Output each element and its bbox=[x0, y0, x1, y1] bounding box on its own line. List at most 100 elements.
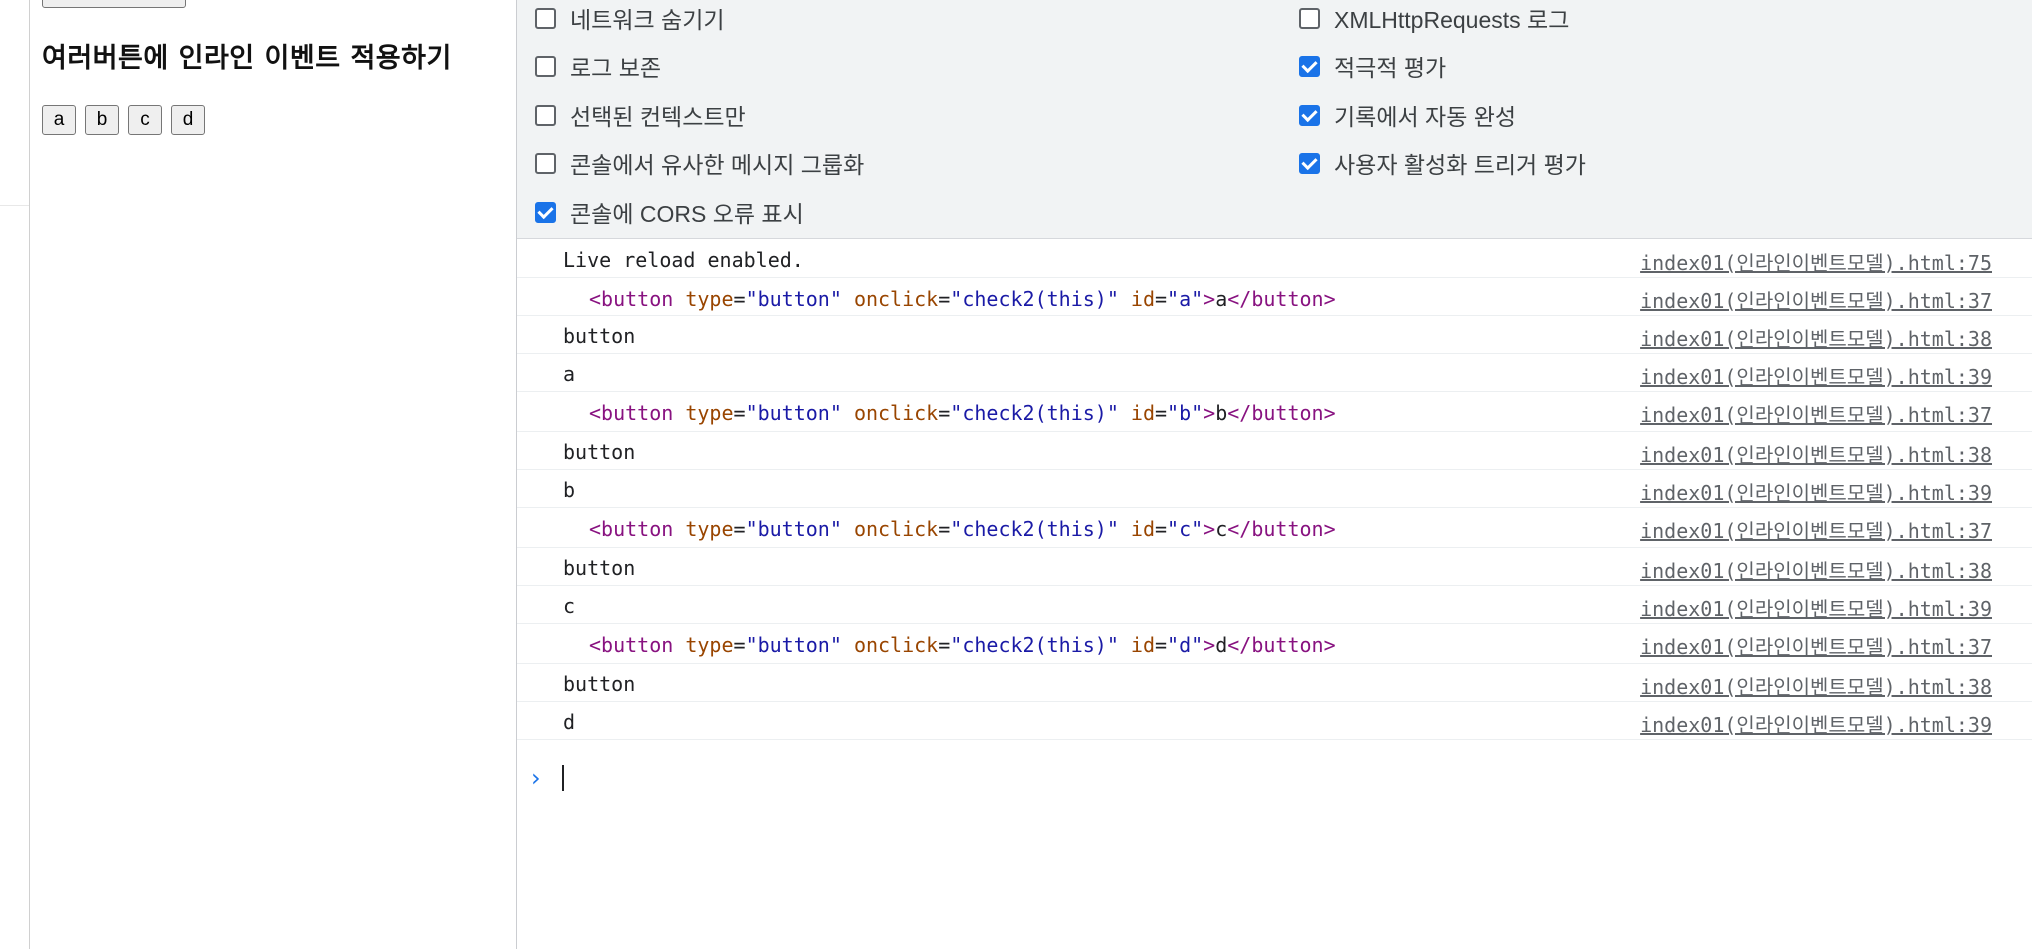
source-link[interactable]: index01(인라인이벤트모델).html:75 bbox=[1640, 247, 1992, 276]
setting-selected-context-only[interactable]: 선택된 컨텍스트만 bbox=[535, 100, 746, 130]
element-message[interactable]: <button type="button" onclick="check2(th… bbox=[589, 287, 1336, 311]
attr-value: "c" bbox=[1167, 517, 1204, 541]
setting-label: XMLHttpRequests 로그 bbox=[1334, 7, 1570, 33]
console-message: <button type="button" onclick="check2(th… bbox=[517, 278, 2032, 316]
message-text: d bbox=[563, 710, 576, 734]
demo-button-c[interactable]: c bbox=[128, 105, 162, 135]
source-link[interactable]: index01(인라인이벤트모델).html:37 bbox=[1640, 399, 1992, 428]
attr-value: "button" bbox=[745, 633, 842, 657]
attr-name: id bbox=[1130, 401, 1155, 425]
element-content: d bbox=[1215, 633, 1228, 657]
attr-name: id bbox=[1130, 517, 1155, 541]
console-message: button index01(인라인이벤트모델).html:38 bbox=[517, 548, 2032, 586]
console-message: b index01(인라인이벤트모델).html:39 bbox=[517, 470, 2032, 508]
attr-value: "button" bbox=[745, 401, 842, 425]
source-link[interactable]: index01(인라인이벤트모델).html:38 bbox=[1640, 555, 1992, 584]
attr-value: "check2(this)" bbox=[950, 633, 1119, 657]
message-text: button bbox=[563, 672, 636, 696]
message-text: Live reload enabled. bbox=[563, 248, 804, 272]
setting-user-activation-eval[interactable]: 사용자 활성화 트리거 평가 bbox=[1299, 148, 1586, 178]
source-link[interactable]: index01(인라인이벤트모델).html:37 bbox=[1640, 631, 1992, 660]
source-link[interactable]: index01(인라인이벤트모델).html:39 bbox=[1640, 593, 1992, 622]
demo-button-b[interactable]: b bbox=[85, 105, 119, 135]
checkbox-eager-evaluation[interactable] bbox=[1299, 55, 1320, 77]
message-text: button bbox=[563, 440, 636, 464]
console-prompt[interactable]: › bbox=[517, 758, 2032, 798]
setting-label: 콘솔에 CORS 오류 표시 bbox=[570, 201, 804, 227]
tag-close: </button> bbox=[1227, 517, 1336, 541]
console-message: a index01(인라인이벤트모델).html:39 bbox=[517, 354, 2032, 392]
page-title: 여러버튼에 인라인 이벤트 적용하기 bbox=[42, 43, 452, 74]
attr-name: id bbox=[1130, 287, 1155, 311]
setting-hide-network[interactable]: 네트워크 숨기기 bbox=[535, 3, 725, 33]
attr-value: "d" bbox=[1167, 633, 1204, 657]
source-link[interactable]: index01(인라인이벤트모델).html:39 bbox=[1640, 477, 1992, 506]
element-message[interactable]: <button type="button" onclick="check2(th… bbox=[589, 633, 1336, 657]
checkbox-selected-context-only[interactable] bbox=[535, 104, 556, 126]
checkbox-hide-network[interactable] bbox=[535, 7, 556, 29]
attr-value: "check2(this)" bbox=[950, 401, 1119, 425]
element-content: b bbox=[1215, 401, 1228, 425]
setting-label: 콘솔에서 유사한 메시지 그룹화 bbox=[570, 152, 865, 178]
demo-button-a[interactable]: a bbox=[42, 105, 76, 135]
source-link[interactable]: index01(인라인이벤트모델).html:38 bbox=[1640, 671, 1992, 700]
attr-name: onclick bbox=[853, 633, 939, 657]
checkbox-group-similar[interactable] bbox=[535, 152, 556, 174]
setting-label: 네트워크 숨기기 bbox=[570, 7, 725, 33]
element-message[interactable]: <button type="button" onclick="check2(th… bbox=[589, 517, 1336, 541]
console-settings-panel: 네트워크 숨기기 로그 보존 선택된 컨텍스트만 콘솔에서 유사한 메시지 그룹… bbox=[517, 0, 2032, 239]
source-link[interactable]: index01(인라인이벤트모델).html:37 bbox=[1640, 515, 1992, 544]
attr-name: type bbox=[685, 401, 734, 425]
checkbox-autocomplete-history[interactable] bbox=[1299, 104, 1320, 126]
source-link[interactable]: index01(인라인이벤트모델).html:37 bbox=[1640, 285, 1992, 314]
gutter-divider bbox=[0, 205, 29, 206]
tag-close: </button> bbox=[1227, 287, 1336, 311]
console-message: <button type="button" onclick="check2(th… bbox=[517, 392, 2032, 432]
source-link[interactable]: index01(인라인이벤트모델).html:39 bbox=[1640, 709, 1992, 738]
attr-value: "check2(this)" bbox=[950, 287, 1119, 311]
chevron-right-icon: › bbox=[531, 764, 541, 792]
checkbox-user-activation-eval[interactable] bbox=[1299, 152, 1320, 174]
console-message: <button type="button" onclick="check2(th… bbox=[517, 508, 2032, 548]
attr-name: onclick bbox=[853, 401, 939, 425]
console-message: c index01(인라인이벤트모델).html:39 bbox=[517, 586, 2032, 624]
attr-name: type bbox=[685, 287, 734, 311]
console-message: button index01(인라인이벤트모델).html:38 bbox=[517, 432, 2032, 470]
tag-close: </button> bbox=[1227, 633, 1336, 657]
setting-log-xhr[interactable]: XMLHttpRequests 로그 bbox=[1299, 3, 1569, 33]
element-message[interactable]: <button type="button" onclick="check2(th… bbox=[589, 401, 1336, 425]
attr-value: "button" bbox=[745, 287, 842, 311]
message-text: button bbox=[563, 324, 636, 348]
setting-label: 선택된 컨텍스트만 bbox=[570, 104, 746, 130]
console-messages: Live reload enabled. index01(인라인이벤트모델).h… bbox=[517, 240, 2032, 740]
setting-label: 적극적 평가 bbox=[1334, 55, 1447, 81]
setting-autocomplete-history[interactable]: 기록에서 자동 완성 bbox=[1299, 100, 1516, 130]
message-text: b bbox=[563, 478, 576, 502]
message-text: button bbox=[563, 556, 636, 580]
preview-top-button[interactable] bbox=[42, 0, 186, 8]
message-text: a bbox=[563, 362, 576, 386]
attr-name: type bbox=[685, 633, 734, 657]
checkbox-preserve-log[interactable] bbox=[535, 55, 556, 77]
tag-open: <button bbox=[589, 633, 674, 657]
tag-open: <button bbox=[589, 517, 674, 541]
console-message: <button type="button" onclick="check2(th… bbox=[517, 624, 2032, 664]
checkbox-log-xhr[interactable] bbox=[1299, 7, 1320, 29]
tag-open: <button bbox=[589, 401, 674, 425]
setting-preserve-log[interactable]: 로그 보존 bbox=[535, 51, 661, 81]
console-message: Live reload enabled. index01(인라인이벤트모델).h… bbox=[517, 240, 2032, 278]
checkbox-show-cors-errors[interactable] bbox=[535, 201, 556, 223]
attr-value: "b" bbox=[1167, 401, 1204, 425]
message-text: c bbox=[563, 594, 576, 618]
setting-eager-evaluation[interactable]: 적극적 평가 bbox=[1299, 51, 1446, 81]
console-message: button index01(인라인이벤트모델).html:38 bbox=[517, 664, 2032, 702]
attr-value: "button" bbox=[745, 517, 842, 541]
tag-open: <button bbox=[589, 287, 674, 311]
source-link[interactable]: index01(인라인이벤트모델).html:38 bbox=[1640, 323, 1992, 352]
setting-show-cors-errors[interactable]: 콘솔에 CORS 오류 표시 bbox=[535, 197, 804, 227]
demo-button-d[interactable]: d bbox=[171, 105, 205, 135]
element-content: a bbox=[1215, 287, 1228, 311]
source-link[interactable]: index01(인라인이벤트모델).html:39 bbox=[1640, 361, 1992, 390]
source-link[interactable]: index01(인라인이벤트모델).html:38 bbox=[1640, 439, 1992, 468]
setting-group-similar[interactable]: 콘솔에서 유사한 메시지 그룹화 bbox=[535, 148, 864, 178]
